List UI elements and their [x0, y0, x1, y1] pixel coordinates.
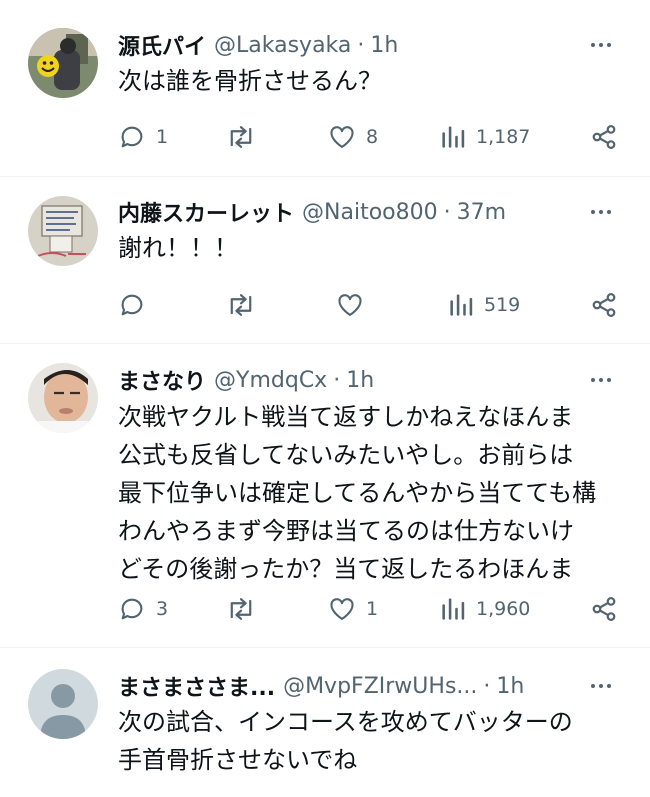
- view-count: 1,187: [476, 126, 531, 148]
- share-icon: [592, 125, 616, 149]
- reply-button[interactable]: 3: [118, 594, 168, 624]
- tweet-actions: 3 1 1,960: [118, 594, 630, 624]
- tweet-3[interactable]: まさなり @YmdqCx · 1h 次戦ヤクルト戦当て返すしかねえなほんま 公式…: [0, 344, 650, 647]
- views-button[interactable]: 1,187: [440, 122, 530, 152]
- heart-icon: [330, 126, 354, 148]
- tweet-actions: 519: [118, 290, 630, 320]
- tweet-text: 次戦ヤクルト戦当て返すしかねえなほんま 公式も反省してないみたいやし。お前らは …: [118, 403, 597, 583]
- retweet-icon: [230, 126, 252, 148]
- more-options-icon[interactable]: [586, 368, 616, 392]
- share-icon: [592, 597, 616, 621]
- views-bar-chart-icon: [442, 126, 465, 148]
- display-name[interactable]: まさまささま...: [118, 670, 275, 702]
- share-icon: [592, 293, 616, 317]
- reply-button[interactable]: [118, 290, 156, 320]
- like-button[interactable]: 1: [328, 594, 378, 624]
- reply-count: 3: [156, 598, 169, 620]
- tweet-header: 内藤スカーレット @Naitoo800 · 37m: [118, 195, 588, 229]
- reply-icon: [121, 294, 143, 316]
- share-button[interactable]: [590, 594, 618, 624]
- like-button[interactable]: 8: [328, 122, 378, 152]
- tweet-header: 源氏パイ @Lakasyaka · 1h: [118, 28, 588, 62]
- retweet-icon: [230, 294, 252, 316]
- retweet-button[interactable]: [226, 594, 266, 624]
- display-name[interactable]: 源氏パイ: [118, 29, 206, 61]
- reply-icon: [121, 598, 143, 620]
- reply-count: 1: [156, 126, 169, 148]
- avatar[interactable]: [28, 28, 98, 98]
- retweet-icon: [230, 598, 252, 620]
- view-count: 519: [484, 294, 521, 316]
- user-handle[interactable]: @YmdqCx: [214, 368, 327, 393]
- view-count: 1,960: [476, 598, 531, 620]
- photo-avatar-drawing-icon: [28, 196, 98, 266]
- separator-dot: ·: [333, 367, 341, 393]
- display-name[interactable]: 内藤スカーレット: [118, 196, 294, 228]
- tweet-header: まさなり @YmdqCx · 1h: [118, 363, 588, 397]
- more-options-icon[interactable]: [586, 200, 616, 224]
- share-button[interactable]: [590, 122, 618, 152]
- like-count: 1: [366, 598, 379, 620]
- heart-icon: [330, 598, 354, 620]
- timestamp[interactable]: 1h: [496, 674, 524, 699]
- tweet-text: 謝れ！！！: [118, 234, 238, 262]
- avatar[interactable]: [28, 363, 98, 433]
- separator-dot: ·: [443, 199, 451, 225]
- separator-dot: ·: [483, 673, 491, 699]
- retweet-button[interactable]: [226, 122, 266, 152]
- timestamp[interactable]: 37m: [457, 200, 506, 225]
- views-button[interactable]: 519: [448, 290, 520, 320]
- avatar[interactable]: [28, 196, 98, 266]
- user-handle[interactable]: @MvpFZIrwUHs...: [283, 674, 477, 699]
- timestamp[interactable]: 1h: [346, 368, 374, 393]
- photo-avatar-person-icon: [28, 363, 98, 433]
- like-count: 8: [366, 126, 379, 148]
- display-name[interactable]: まさなり: [118, 364, 206, 396]
- views-button[interactable]: 1,960: [440, 594, 530, 624]
- default-avatar-icon: [28, 669, 98, 739]
- tweet-text: 次は誰を骨折させるん？: [118, 67, 382, 95]
- heart-icon: [338, 294, 362, 316]
- more-options-icon[interactable]: [586, 674, 616, 698]
- more-options-icon[interactable]: [586, 33, 616, 57]
- views-bar-chart-icon: [442, 598, 465, 620]
- reply-icon: [121, 126, 143, 148]
- photo-avatar-smiley-icon: [28, 28, 98, 98]
- user-handle[interactable]: @Naitoo800: [302, 200, 438, 225]
- reply-button[interactable]: 1: [118, 122, 168, 152]
- user-handle[interactable]: @Lakasyaka: [214, 33, 351, 58]
- tweet-2[interactable]: 内藤スカーレット @Naitoo800 · 37m 謝れ！！！ 519: [0, 177, 650, 343]
- tweet-header: まさまささま... @MvpFZIrwUHs... · 1h: [118, 669, 588, 703]
- separator-dot: ·: [357, 32, 365, 58]
- share-button[interactable]: [590, 290, 618, 320]
- tweet-actions: 1 8 1,187: [118, 122, 630, 152]
- retweet-button[interactable]: [226, 290, 266, 320]
- tweet-4[interactable]: まさまささま... @MvpFZIrwUHs... · 1h 次の試合、インコー…: [0, 648, 650, 797]
- tweet-1[interactable]: 源氏パイ @Lakasyaka · 1h 次は誰を骨折させるん？ 1 8 1,1…: [0, 0, 650, 176]
- tweet-text: 次の試合、インコースを攻めてバッターの 手首骨折させないでね: [118, 708, 573, 774]
- views-bar-chart-icon: [450, 294, 473, 316]
- timestamp[interactable]: 1h: [370, 33, 398, 58]
- avatar[interactable]: [28, 669, 98, 739]
- like-button[interactable]: [336, 290, 374, 320]
